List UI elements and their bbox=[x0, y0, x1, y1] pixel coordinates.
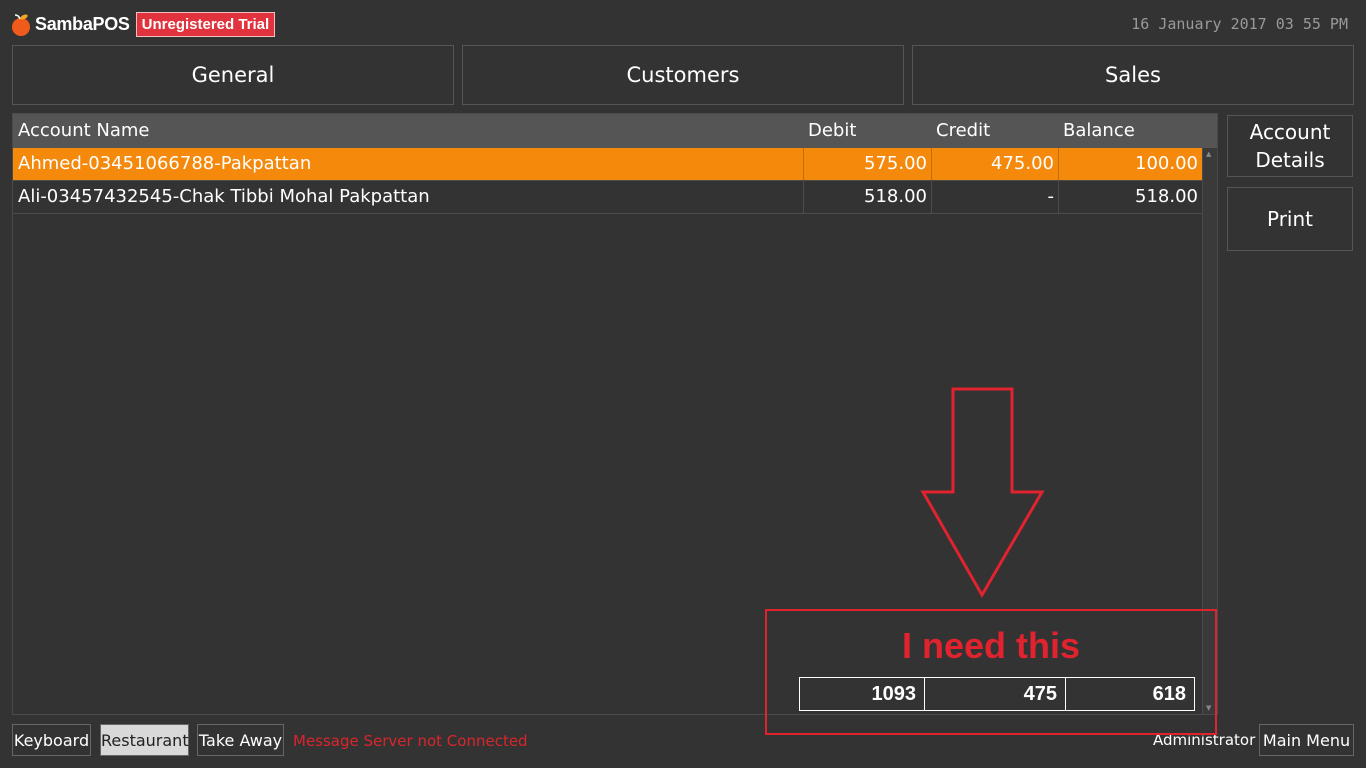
annotation-text: I need this bbox=[901, 625, 1081, 666]
apple-logo-icon bbox=[12, 13, 30, 36]
credit-cell: 475.00 bbox=[931, 148, 1058, 180]
main-menu-button[interactable]: Main Menu bbox=[1259, 724, 1354, 756]
app-logo: SambaPOS Unregistered Trial bbox=[10, 12, 276, 37]
total-balance: 618 bbox=[1152, 683, 1186, 705]
table-row[interactable]: Ahmed-03451066788-Pakpattan 575.00 475.0… bbox=[13, 148, 1202, 181]
column-header-balance[interactable]: Balance bbox=[1058, 114, 1202, 148]
column-header-credit[interactable]: Credit bbox=[931, 114, 1058, 148]
restaurant-button[interactable]: Restaurant bbox=[100, 724, 189, 756]
totals-row: 1093 475 618 bbox=[799, 677, 1195, 711]
balance-cell: 100.00 bbox=[1058, 148, 1202, 180]
column-header-account-name[interactable]: Account Name bbox=[13, 114, 803, 148]
scroll-up-icon[interactable]: ▲ bbox=[1206, 150, 1211, 158]
balance-cell: 518.00 bbox=[1058, 181, 1202, 213]
trial-badge: Unregistered Trial bbox=[135, 12, 276, 37]
annotation-box: I need this bbox=[765, 609, 1217, 735]
account-details-label-line2: Details bbox=[1255, 148, 1325, 172]
debit-cell: 518.00 bbox=[803, 181, 931, 213]
tab-general[interactable]: General bbox=[12, 45, 454, 105]
keyboard-button[interactable]: Keyboard bbox=[12, 724, 91, 756]
account-name-cell: Ali-03457432545-Chak Tibbi Mohal Pakpatt… bbox=[18, 186, 430, 207]
account-name-cell: Ahmed-03451066788-Pakpattan bbox=[18, 153, 312, 174]
grid-header: Account Name Debit Credit Balance bbox=[13, 114, 1217, 148]
datetime-display: 16 January 2017 03 55 PM bbox=[1131, 15, 1348, 33]
total-credit: 475 bbox=[925, 678, 1066, 710]
server-status-message: Message Server not Connected bbox=[293, 732, 528, 750]
tab-customers[interactable]: Customers bbox=[462, 45, 904, 105]
credit-cell: - bbox=[931, 181, 1058, 213]
app-name: SambaPOS bbox=[35, 14, 130, 34]
print-button[interactable]: Print bbox=[1227, 187, 1353, 251]
debit-cell: 575.00 bbox=[803, 148, 931, 180]
annotation-arrow-icon bbox=[920, 387, 1045, 598]
table-row[interactable]: Ali-03457432545-Chak Tibbi Mohal Pakpatt… bbox=[13, 181, 1202, 214]
top-bar: SambaPOS Unregistered Trial 16 January 2… bbox=[0, 0, 1366, 45]
account-details-label-line1: Account bbox=[1249, 120, 1331, 144]
take-away-button[interactable]: Take Away bbox=[197, 724, 284, 756]
tab-sales[interactable]: Sales bbox=[912, 45, 1354, 105]
account-details-button[interactable]: Account Details bbox=[1227, 115, 1353, 177]
total-debit: 1093 bbox=[800, 678, 925, 710]
column-header-debit[interactable]: Debit bbox=[803, 114, 931, 148]
